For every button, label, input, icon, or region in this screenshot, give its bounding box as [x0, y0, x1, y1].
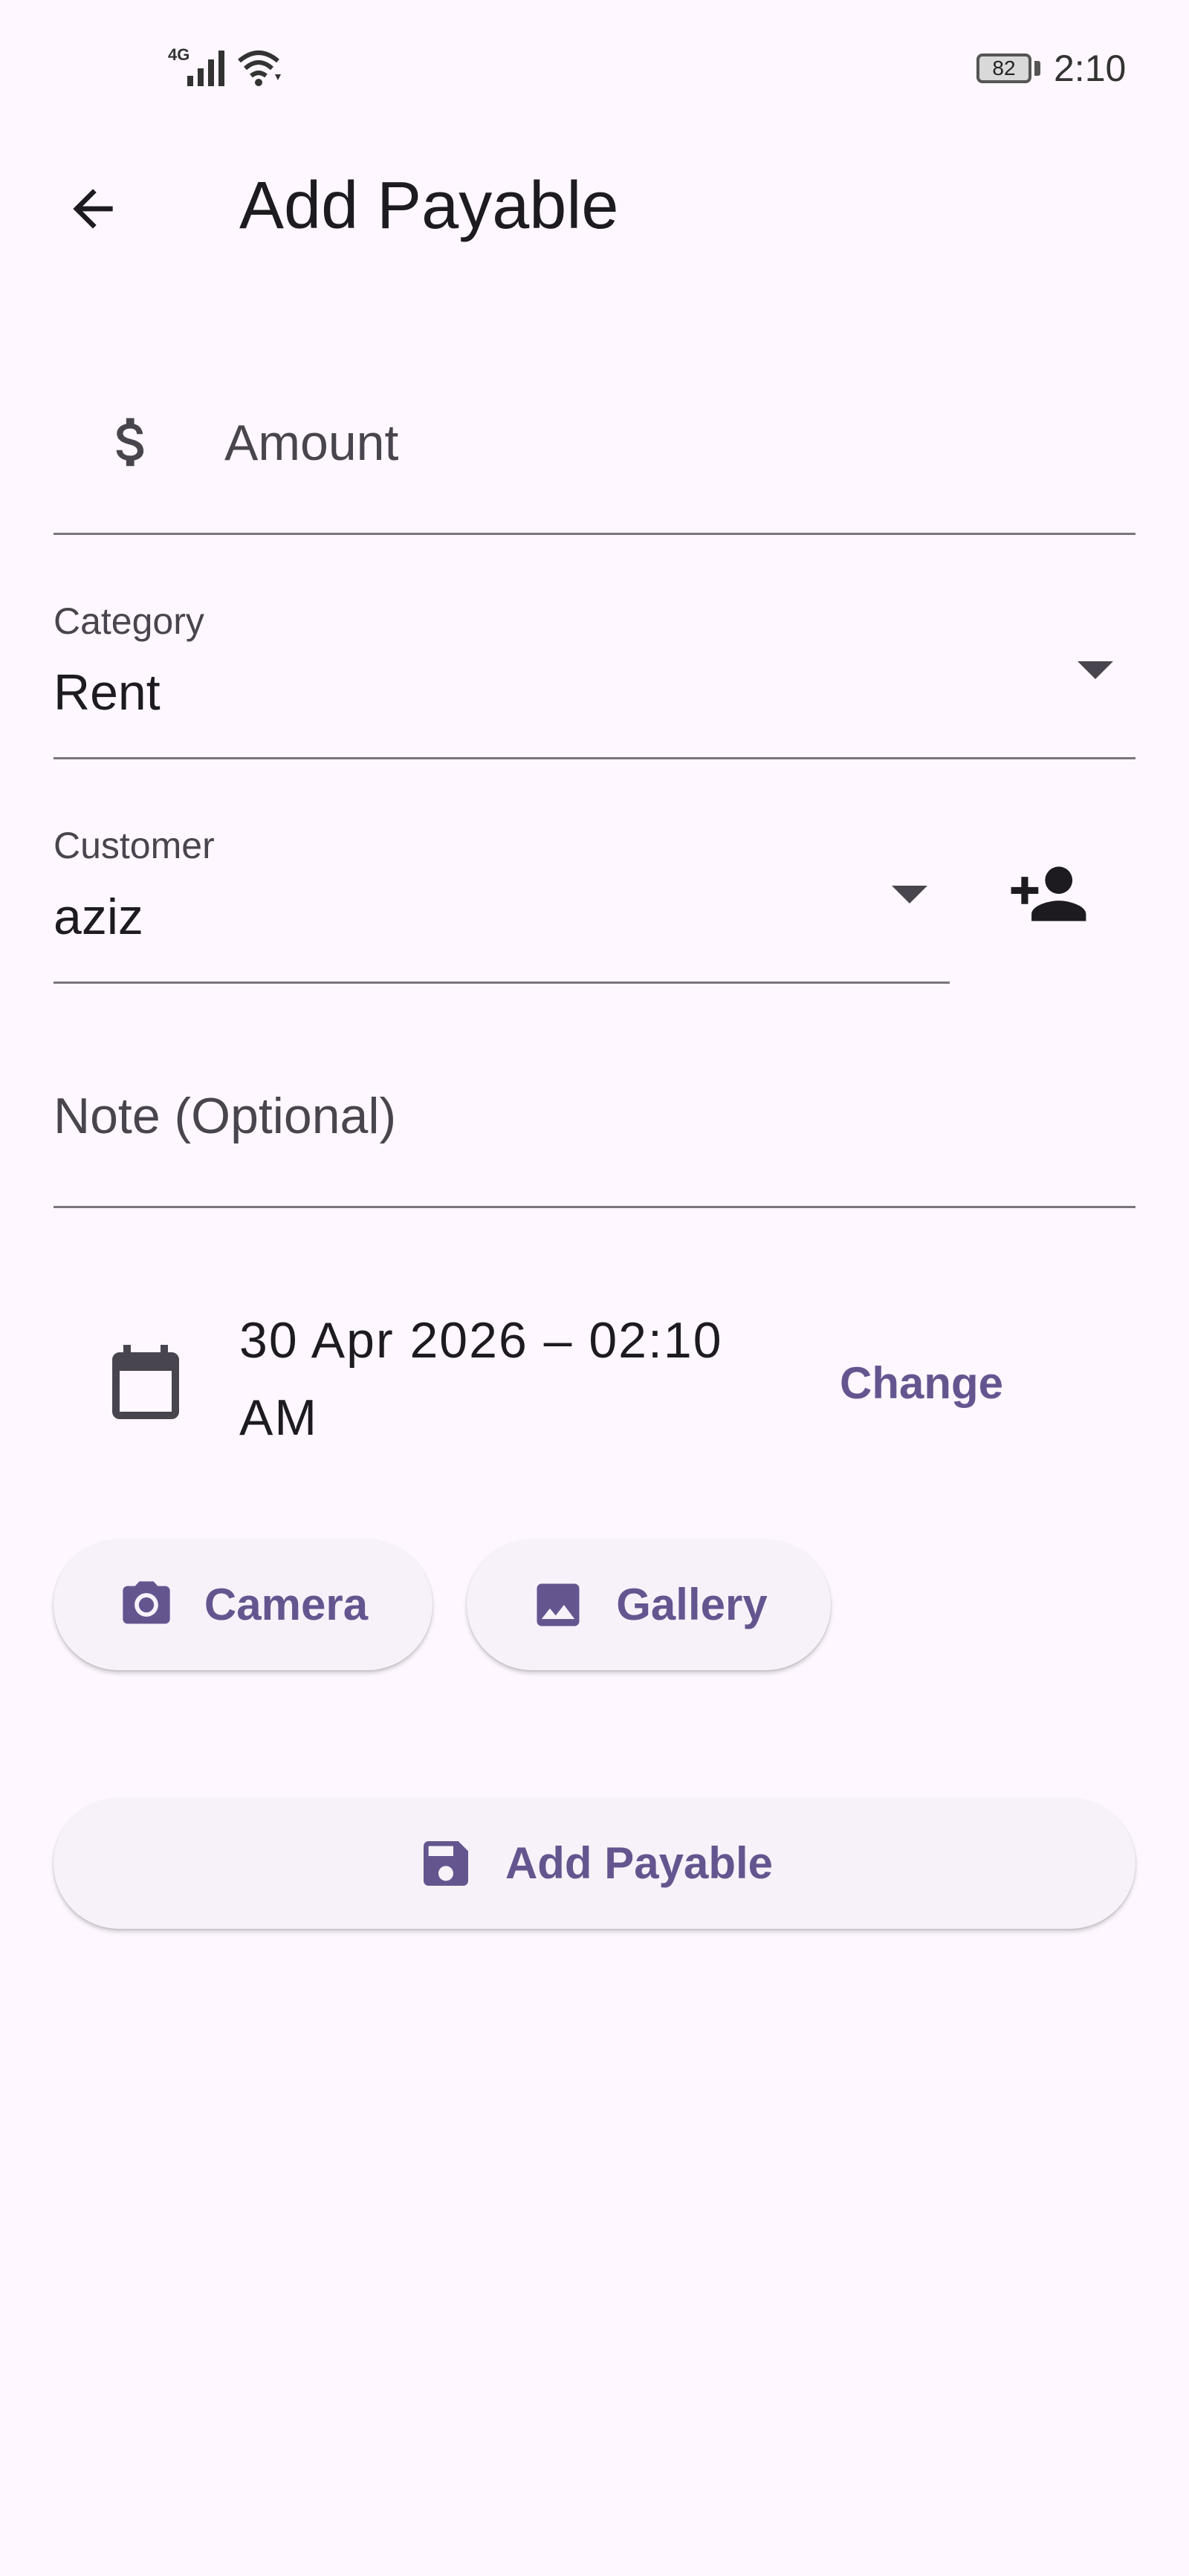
save-icon — [416, 1834, 476, 1893]
amount-placeholder: Amount — [224, 415, 399, 471]
arrow-back-icon — [73, 189, 113, 229]
add-customer-button[interactable] — [1000, 853, 1097, 935]
calendar-icon — [112, 1345, 179, 1419]
image-icon — [530, 1577, 586, 1633]
back-button[interactable] — [52, 168, 134, 250]
status-time: 2:10 — [1054, 48, 1127, 89]
add-payable-button[interactable]: Add Payable — [54, 1798, 1135, 1929]
category-underline — [54, 757, 1135, 759]
add-payable-label: Add Payable — [505, 1838, 774, 1888]
chevron-down-icon — [1078, 661, 1113, 679]
note-placeholder: Note (Optional) — [54, 1088, 397, 1144]
camera-icon — [118, 1577, 175, 1633]
customer-value: aziz — [54, 889, 143, 945]
customer-underline — [54, 982, 950, 984]
wifi-icon — [238, 51, 281, 86]
page-title: Add Payable — [239, 169, 619, 243]
gallery-label: Gallery — [616, 1580, 768, 1629]
signal-icon — [187, 51, 224, 86]
category-value: Rent — [54, 664, 161, 721]
amount-underline — [54, 533, 1135, 535]
battery-indicator: 82 — [976, 53, 1031, 83]
note-underline — [54, 1206, 1135, 1208]
dollar-icon — [116, 418, 144, 467]
battery-tip — [1034, 61, 1040, 76]
change-date-button[interactable]: Change — [840, 1354, 1003, 1413]
date-time-value: 30 Apr 2026 – 02:10 AM — [239, 1312, 723, 1446]
customer-label: Customer — [54, 825, 215, 866]
gallery-button[interactable]: Gallery — [467, 1540, 831, 1670]
category-label: Category — [54, 600, 204, 642]
camera-button[interactable]: Camera — [54, 1540, 432, 1670]
add-person-icon — [1011, 866, 1086, 921]
camera-label: Camera — [204, 1580, 369, 1629]
chevron-down-icon — [892, 886, 927, 903]
